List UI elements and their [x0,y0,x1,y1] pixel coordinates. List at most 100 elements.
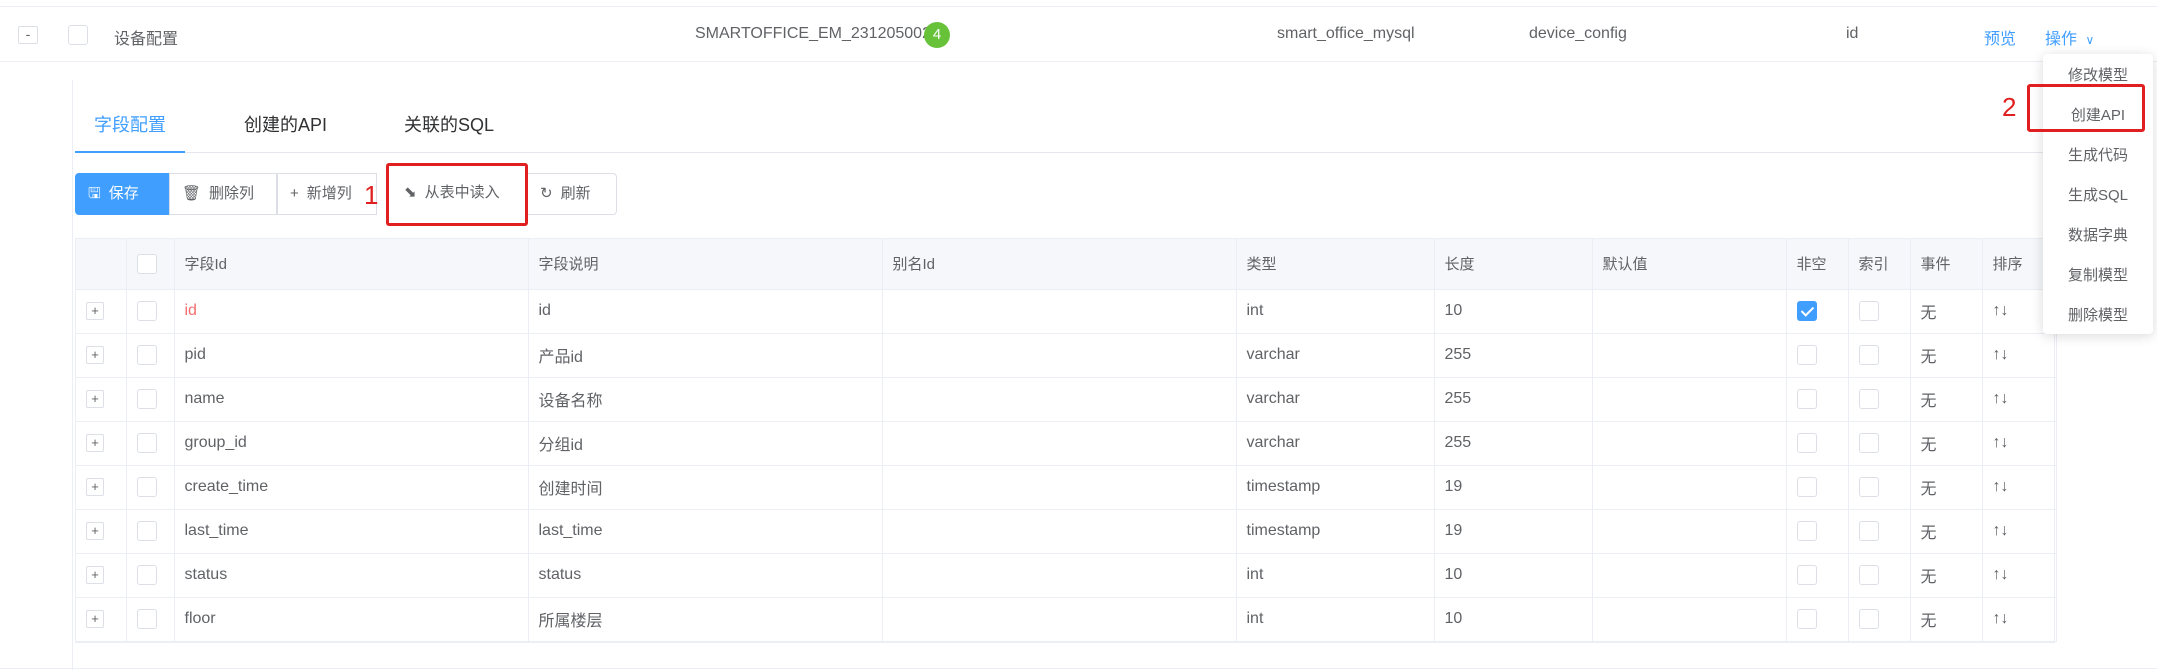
cell-index [1848,421,1911,466]
cell-length: 255 [1434,333,1593,378]
cell-field-id: group_id [174,421,529,466]
cell-default [1592,465,1787,510]
index-checkbox[interactable] [1858,521,1879,541]
cell-sort[interactable]: ↑↓ [1982,597,2057,642]
preview-link[interactable]: 预览 [1984,25,2016,49]
cell-sort[interactable]: ↑↓ [1982,509,2057,554]
add-column-label: 新增列 [306,185,352,202]
row-expand-cell: + [76,377,127,422]
refresh-button[interactable]: ↻ 刷新 [527,173,617,215]
chevron-down-icon: ∨ [2085,33,2095,47]
table-row[interactable]: + create_time 创建时间 timestamp 19 无 ↑↓ [76,465,2057,510]
not-null-checkbox[interactable] [1796,477,1817,497]
row-checkbox[interactable] [136,389,157,409]
cell-sort[interactable]: ↑↓ [1982,377,2057,422]
index-checkbox[interactable] [1858,345,1879,365]
table-row[interactable]: + last_time last_time timestamp 19 无 ↑↓ [76,509,2057,554]
row-checkbox[interactable] [68,25,88,45]
table-row[interactable]: + pid 产品id varchar 255 无 ↑↓ [76,333,2057,378]
not-null-checkbox[interactable] [1796,389,1817,409]
row-checkbox[interactable] [136,301,157,321]
menu-item-delete-model[interactable]: 删除模型 [2043,304,2153,325]
cell-index [1848,465,1911,510]
menu-item-generate-code[interactable]: 生成代码 [2043,144,2153,165]
not-null-checkbox[interactable] [1796,609,1817,629]
index-checkbox[interactable] [1858,565,1879,585]
cell-type: int [1236,289,1435,334]
model-code: SMARTOFFICE_EM_231205002 [695,25,931,42]
not-null-checkbox[interactable] [1796,565,1817,585]
menu-item-copy-model[interactable]: 复制模型 [2043,264,2153,285]
cell-not-null [1786,421,1849,466]
expand-row-icon[interactable]: + [86,522,104,540]
not-null-checkbox[interactable] [1796,521,1817,541]
table-name: device_config [1529,25,1627,42]
cell-not-null [1786,597,1849,642]
select-all-checkbox[interactable] [136,253,157,274]
select-all-cell [126,239,175,290]
save-label: 保存 [108,185,139,202]
actions-dropdown-trigger[interactable]: 操作 ∨ [2045,25,2094,49]
expand-row-icon[interactable]: + [86,610,104,628]
row-divider [0,61,2157,62]
table-row[interactable]: + status status int 10 无 ↑↓ [76,553,2057,598]
not-null-checkbox[interactable] [1796,433,1817,453]
row-checkbox[interactable] [136,433,157,453]
cell-index [1848,553,1911,598]
table-row[interactable]: + name 设备名称 varchar 255 无 ↑↓ [76,377,2057,422]
cell-alias [882,509,1237,554]
tab-related-sql[interactable]: 关联的SQL [404,111,494,137]
row-checkbox[interactable] [136,521,157,541]
cell-desc: 产品id [528,333,883,378]
add-column-button[interactable]: + 新增列 [277,173,377,215]
row-checkbox[interactable] [136,345,157,365]
expand-row-icon[interactable]: + [86,566,104,584]
not-null-checkbox[interactable] [1796,345,1817,365]
table-row[interactable]: + id id int 10 无 ↑↓ [76,289,2057,334]
row-checkbox[interactable] [136,565,157,585]
cell-index [1848,509,1911,554]
cell-default [1592,597,1787,642]
cell-index [1848,377,1911,422]
cell-default [1592,509,1787,554]
cell-not-null [1786,333,1849,378]
index-checkbox[interactable] [1858,609,1879,629]
cell-desc: id [528,289,883,334]
cell-sort[interactable]: ↑↓ [1982,333,2057,378]
tab-field-config[interactable]: 字段配置 [94,111,166,137]
cell-desc: 所属楼层 [528,597,883,642]
expand-row-icon[interactable]: + [86,478,104,496]
index-checkbox[interactable] [1858,301,1879,321]
bottom-divider [0,668,2157,669]
cell-length: 255 [1434,377,1593,422]
table-row[interactable]: + floor 所属楼层 int 10 无 ↑↓ [76,597,2057,642]
expand-row-icon[interactable]: + [86,390,104,408]
expand-row-icon[interactable]: + [86,346,104,364]
tab-created-api[interactable]: 创建的API [244,111,327,137]
expand-row-icon[interactable]: + [86,302,104,320]
cell-sort[interactable]: ↑↓ [1982,421,2057,466]
menu-item-generate-sql[interactable]: 生成SQL [2043,184,2153,205]
delete-column-button[interactable]: 🗑 删除列 [169,173,277,215]
collapse-row-button[interactable]: - [18,26,38,44]
index-checkbox[interactable] [1858,389,1879,409]
cell-type: timestamp [1236,465,1435,510]
cell-event: 无 [1910,289,1983,334]
cell-sort[interactable]: ↑↓ [1982,465,2057,510]
not-null-checkbox[interactable] [1796,301,1817,321]
save-button[interactable]: 🖫 保存 [75,173,169,215]
index-checkbox[interactable] [1858,477,1879,497]
row-checkbox[interactable] [136,609,157,629]
expand-row-icon[interactable]: + [86,434,104,452]
table-row[interactable]: + group_id 分组id varchar 255 无 ↑↓ [76,421,2057,466]
row-checkbox[interactable] [136,477,157,497]
cell-field-id: create_time [174,465,529,510]
cell-field-id: floor [174,597,529,642]
top-divider [0,6,2157,7]
trash-icon: 🗑 [182,185,202,202]
menu-item-data-dictionary[interactable]: 数据字典 [2043,224,2153,245]
cell-sort[interactable]: ↑↓ [1982,553,2057,598]
menu-item-edit-model[interactable]: 修改模型 [2043,64,2153,85]
col-header-length: 长度 [1434,239,1593,290]
index-checkbox[interactable] [1858,433,1879,453]
